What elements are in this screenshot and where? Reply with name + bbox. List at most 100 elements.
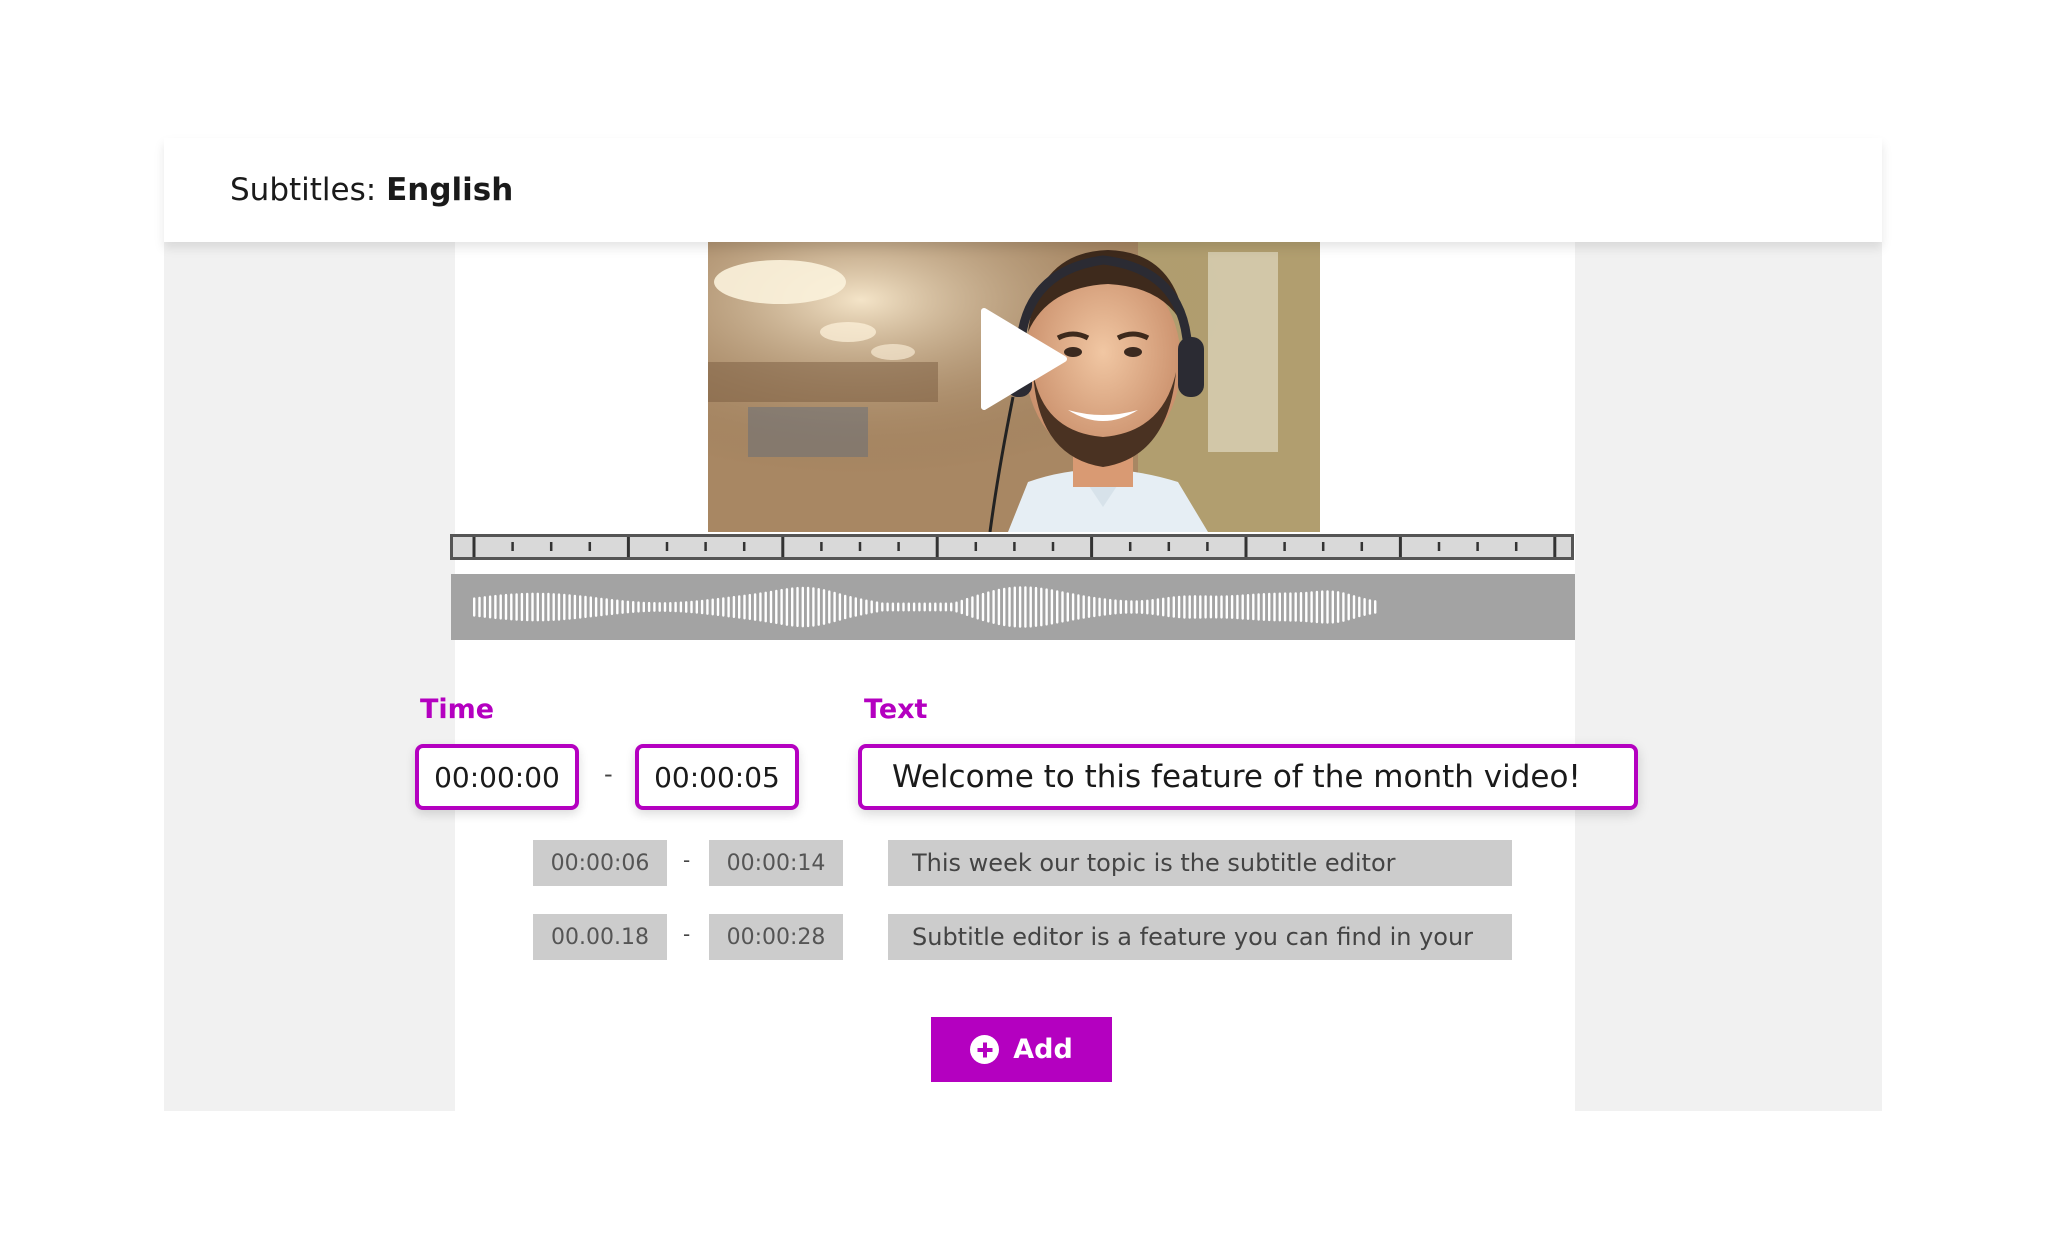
waveform-bar <box>997 588 1001 626</box>
row-2-end-time[interactable] <box>709 914 843 960</box>
waveform-bar <box>1162 597 1165 617</box>
waveform-bar <box>1358 596 1361 618</box>
waveform-bar <box>711 598 714 616</box>
row-2-time-separator: - <box>683 922 691 946</box>
waveform-bar <box>1347 593 1350 621</box>
waveform-bar <box>1003 587 1006 627</box>
waveform-bar <box>976 594 979 620</box>
waveform-bar <box>918 602 921 612</box>
waveform-bar <box>658 602 661 612</box>
waveform-bar <box>865 599 868 615</box>
waveform-bar <box>706 599 709 615</box>
page-title: Subtitles: English <box>230 172 513 208</box>
waveform-bar <box>494 594 497 620</box>
waveform-bar <box>965 597 969 617</box>
waveform-bar <box>531 592 534 622</box>
waveform-bar <box>1151 599 1154 615</box>
waveform-bar <box>1315 590 1319 624</box>
waveform-bar <box>1199 595 1202 619</box>
active-end-time-input[interactable] <box>635 744 799 810</box>
waveform-bar <box>886 602 889 612</box>
waveform-bar <box>844 594 847 620</box>
play-icon[interactable] <box>974 305 1070 413</box>
waveform-bar <box>1040 587 1043 627</box>
waveform-bar <box>1119 599 1122 615</box>
waveform-bar <box>743 594 746 620</box>
waveform-bar <box>552 593 555 621</box>
waveform-bar <box>674 601 677 613</box>
waveform-bar <box>536 592 539 622</box>
waveform-bar <box>1246 594 1250 620</box>
waveform-bar <box>605 598 608 616</box>
waveform-bar <box>579 595 582 619</box>
waveform-bar <box>1209 595 1213 619</box>
waveform-bar <box>838 593 842 621</box>
add-subtitle-button[interactable]: Add <box>931 1017 1112 1082</box>
waveform-bar <box>791 587 794 627</box>
active-start-time-input[interactable] <box>415 744 579 810</box>
row-1-subtitle-text[interactable] <box>888 840 1512 886</box>
row-1-end-time[interactable] <box>709 840 843 886</box>
waveform-bar <box>1188 595 1191 619</box>
waveform-bar <box>1172 596 1175 618</box>
waveform-bar <box>669 602 672 613</box>
waveform-bar <box>1013 586 1016 628</box>
text-column-label: Text <box>864 694 928 725</box>
waveform-bar <box>971 596 974 618</box>
waveform-bar <box>616 599 619 615</box>
row-2-start-time[interactable] <box>533 914 667 960</box>
waveform-bar <box>679 601 683 613</box>
waveform-bar <box>1045 588 1048 626</box>
waveform-bar <box>488 595 492 619</box>
waveform-bar <box>637 601 640 613</box>
waveform-bar <box>1220 595 1223 619</box>
timeline-ruler[interactable] <box>450 534 1574 560</box>
waveform-bar <box>1215 595 1218 619</box>
waveform-bar <box>1130 600 1133 614</box>
waveform-bar <box>520 592 524 622</box>
waveform-bar <box>1061 591 1064 623</box>
waveform-bar <box>1018 586 1022 628</box>
audio-waveform[interactable] <box>451 574 1575 640</box>
waveform-bar <box>610 599 614 616</box>
waveform-bar <box>1071 593 1075 621</box>
waveform-bar <box>1156 598 1160 616</box>
waveform-bar <box>589 596 592 618</box>
waveform-bar <box>775 589 778 625</box>
waveform-bar <box>822 589 826 625</box>
waveform-bar <box>1082 595 1085 619</box>
waveform-bar <box>1093 596 1096 618</box>
row-1-start-time[interactable] <box>533 840 667 886</box>
waveform-bar <box>1268 592 1271 622</box>
waveform-bar <box>568 594 571 620</box>
waveform-bar <box>960 599 963 615</box>
waveform-bar <box>526 592 529 622</box>
waveform-bar <box>632 601 635 613</box>
waveform-bar <box>1087 596 1091 618</box>
waveform-bar <box>685 601 688 613</box>
subtitle-editor-page: Subtitles: English Time Text 00:00:00 - … <box>0 0 2048 1234</box>
waveform-bar <box>1103 598 1107 616</box>
active-subtitle-text-input[interactable] <box>858 744 1638 810</box>
waveform-bar <box>1066 592 1069 622</box>
waveform-bar <box>1050 589 1054 625</box>
waveform-bar <box>1230 595 1234 619</box>
waveform-bar <box>939 602 942 612</box>
waveform-bar <box>1342 592 1345 622</box>
waveform-bar <box>928 602 932 612</box>
row-2-subtitle-text[interactable] <box>888 914 1512 960</box>
waveform-bar <box>1252 593 1255 621</box>
waveform-bar <box>515 593 518 621</box>
active-time-separator: - <box>604 760 613 788</box>
waveform-bar <box>1225 595 1228 619</box>
waveform-bar <box>1056 590 1059 624</box>
waveform-bar <box>1352 595 1356 619</box>
waveform-bar <box>547 592 550 622</box>
waveform-bar <box>690 600 693 614</box>
waveform-bar <box>1098 597 1101 617</box>
waveform-bar <box>955 601 958 613</box>
waveform-bar <box>1236 594 1239 620</box>
waveform-bar <box>1278 592 1281 622</box>
waveform-bar <box>642 601 645 613</box>
waveform-bar <box>1305 591 1308 623</box>
